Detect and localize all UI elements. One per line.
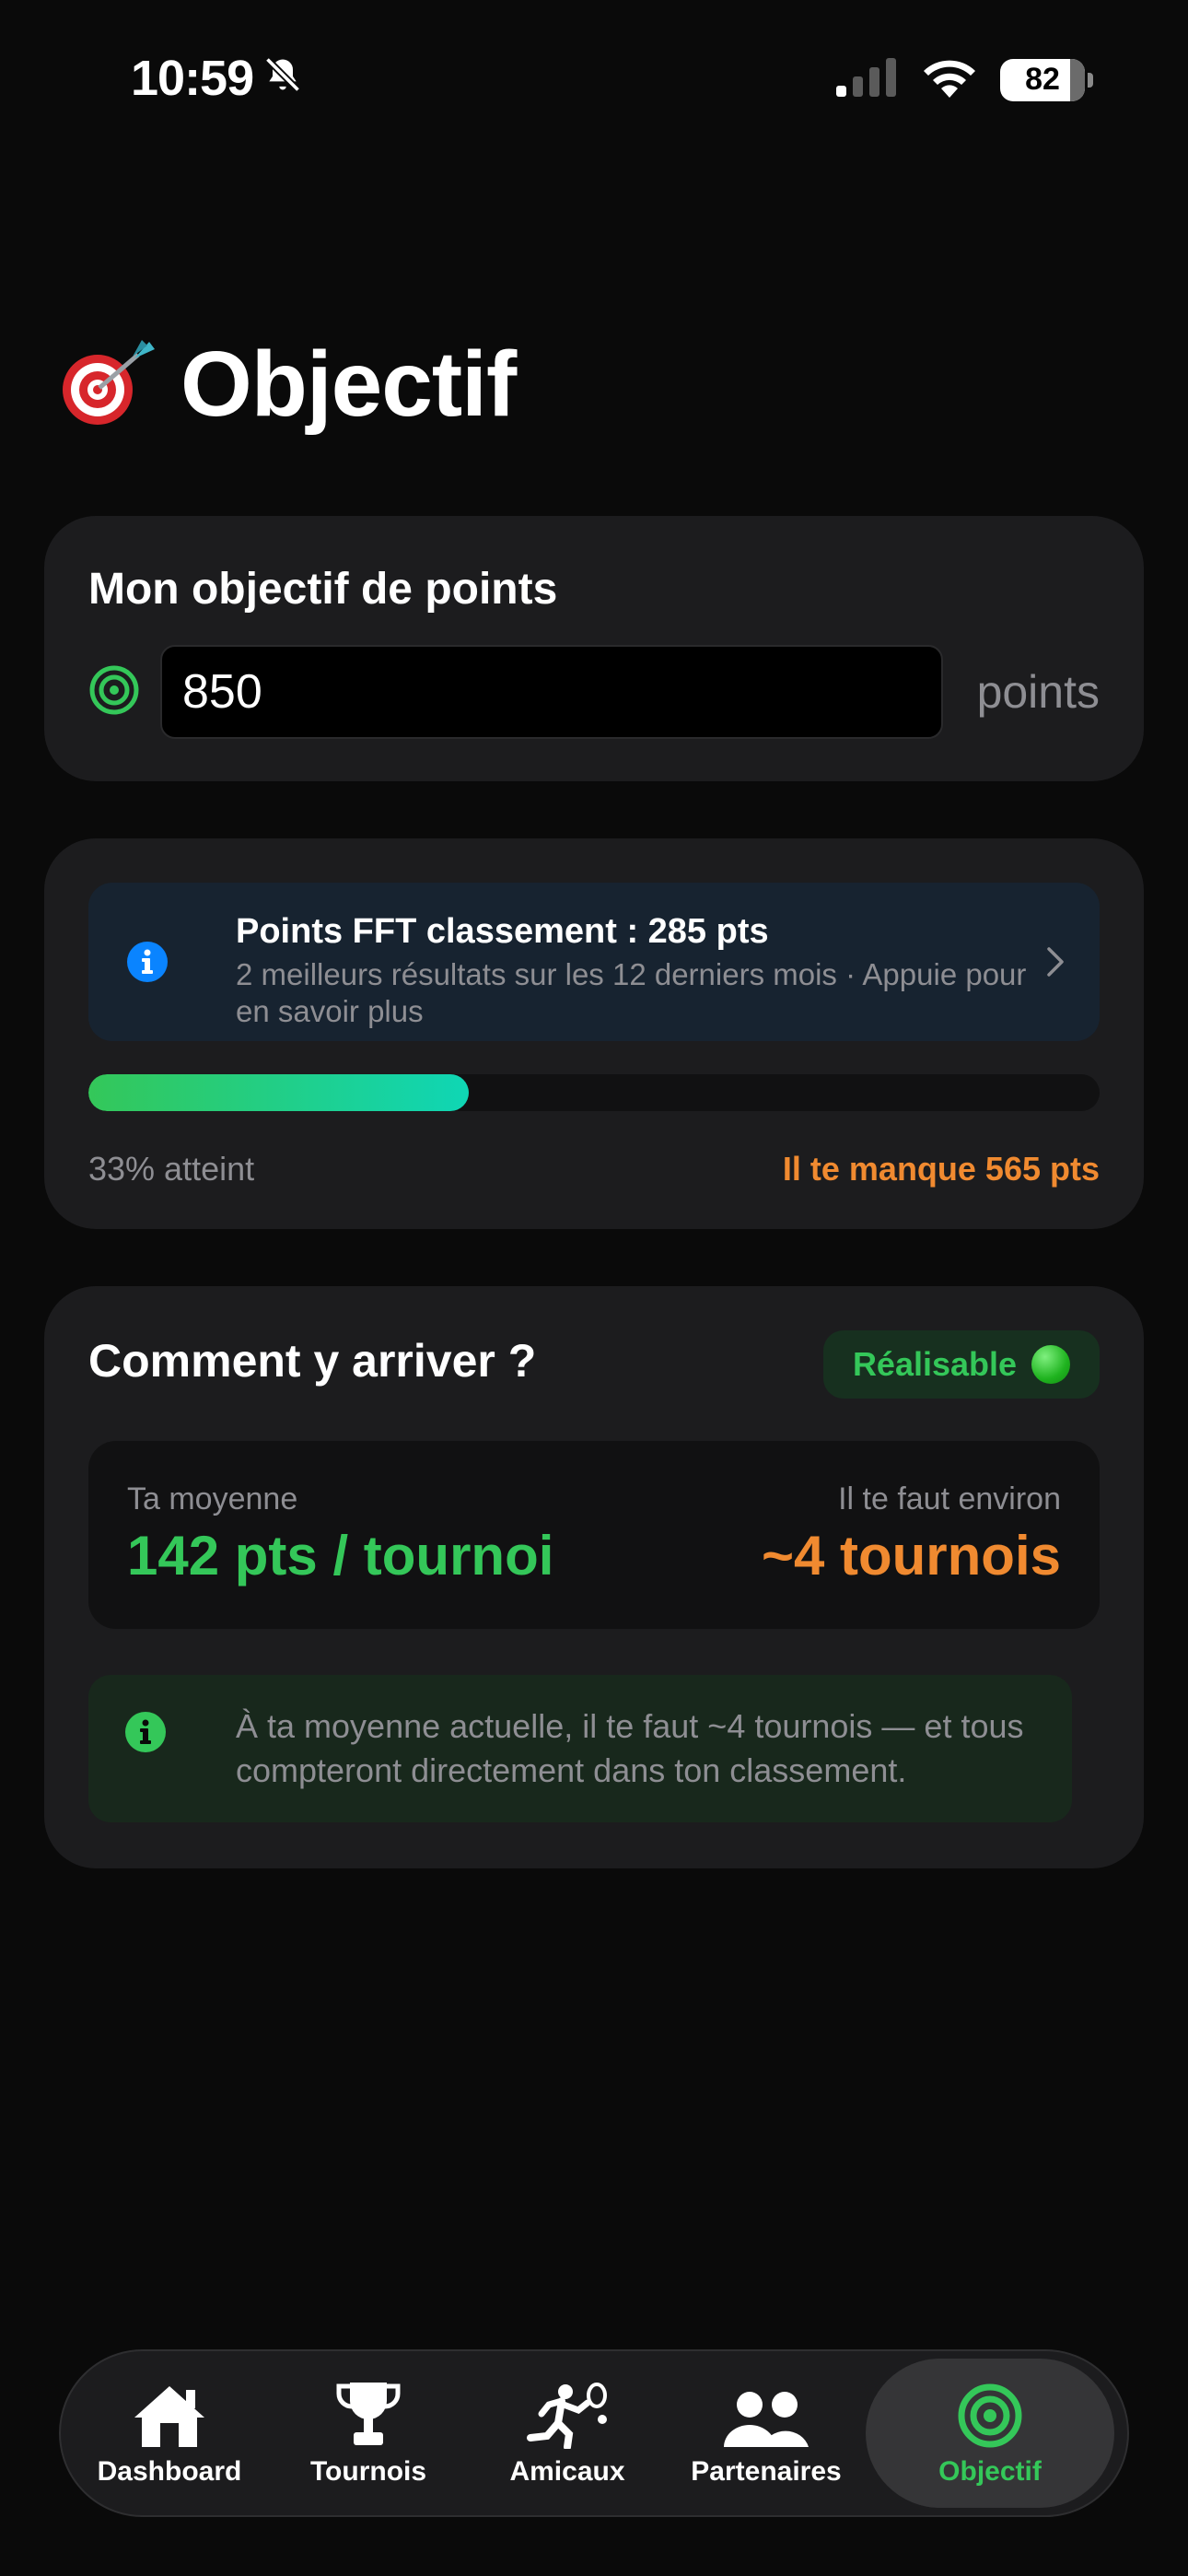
points-missing-label: Il te manque 565 pts	[782, 1150, 1100, 1188]
progress-card: Points FFT classement : 285 pts 2 meille…	[44, 838, 1144, 1229]
tab-objectif[interactable]: Objectif	[866, 2359, 1114, 2508]
goal-title: Mon objectif de points	[88, 565, 558, 614]
wifi-icon	[921, 57, 978, 102]
tab-bar: Dashboard Tournois Amicaux Partenaires O…	[59, 2349, 1129, 2517]
trophy-icon	[335, 2379, 402, 2449]
feasibility-label: Réalisable	[852, 1345, 1018, 1383]
page-header: Objectif	[57, 332, 517, 438]
tab-partenaires[interactable]: Partenaires	[667, 2359, 866, 2508]
progress-bar-fill	[88, 1074, 470, 1111]
needed-value: ~4 tournois	[761, 1525, 1061, 1587]
how-title: Comment y arriver ?	[88, 1335, 537, 1387]
page-title: Objectif	[181, 333, 517, 436]
battery-level: 82	[1025, 62, 1060, 97]
dart-target-icon	[57, 336, 158, 433]
target-icon	[957, 2379, 1023, 2449]
stats-panel: Ta moyenne 142 pts / tournoi Il te faut …	[88, 1441, 1100, 1629]
runner-racket-icon	[525, 2379, 610, 2449]
tab-label: Partenaires	[691, 2456, 842, 2487]
info-title: Points FFT classement : 285 pts	[236, 912, 769, 951]
house-icon	[131, 2379, 208, 2449]
status-right: 82	[834, 57, 1093, 102]
tab-label: Dashboard	[97, 2456, 242, 2487]
needed-label: Il te faut environ	[838, 1481, 1061, 1516]
tab-tournois[interactable]: Tournois	[269, 2359, 468, 2508]
how-to-card: Comment y arriver ? Réalisable Ta moyenn…	[44, 1286, 1144, 1868]
target-icon	[88, 664, 140, 720]
time-text: 10:59	[131, 51, 254, 106]
feasibility-badge: Réalisable	[823, 1330, 1100, 1399]
goal-row: points	[88, 645, 1100, 739]
tab-label: Objectif	[938, 2456, 1042, 2487]
goal-unit-label: points	[976, 666, 1100, 718]
chevron-right-icon	[1044, 945, 1066, 983]
advice-note: À ta moyenne actuelle, il te faut ~4 tou…	[88, 1675, 1072, 1822]
status-time: 10:59	[131, 50, 303, 107]
average-value: 142 pts / tournoi	[127, 1525, 554, 1587]
tab-amicaux[interactable]: Amicaux	[468, 2359, 667, 2508]
tab-dashboard[interactable]: Dashboard	[70, 2359, 269, 2508]
info-subtitle: 2 meilleurs résultats sur les 12 dernier…	[236, 957, 1027, 1028]
tab-label: Tournois	[309, 2456, 427, 2487]
progress-bar	[88, 1074, 1100, 1111]
battery-indicator: 82	[1000, 58, 1093, 101]
bell-slash-icon	[262, 50, 303, 107]
goal-points-input[interactable]	[160, 645, 943, 739]
green-circle-icon	[1031, 1345, 1071, 1384]
people-icon	[722, 2379, 810, 2449]
percent-reached-label: 33% atteint	[88, 1150, 255, 1188]
tab-label: Amicaux	[509, 2456, 625, 2487]
cellular-signal-icon	[834, 58, 899, 101]
average-label: Ta moyenne	[127, 1481, 298, 1516]
advice-text: À ta moyenne actuelle, il te faut ~4 tou…	[236, 1707, 1024, 1789]
status-bar: 10:59 82	[0, 0, 1188, 157]
info-icon	[125, 1712, 166, 1757]
goal-card: Mon objectif de points points	[44, 516, 1144, 781]
info-icon	[127, 942, 168, 987]
fft-points-info-banner[interactable]: Points FFT classement : 285 pts 2 meille…	[88, 883, 1100, 1041]
